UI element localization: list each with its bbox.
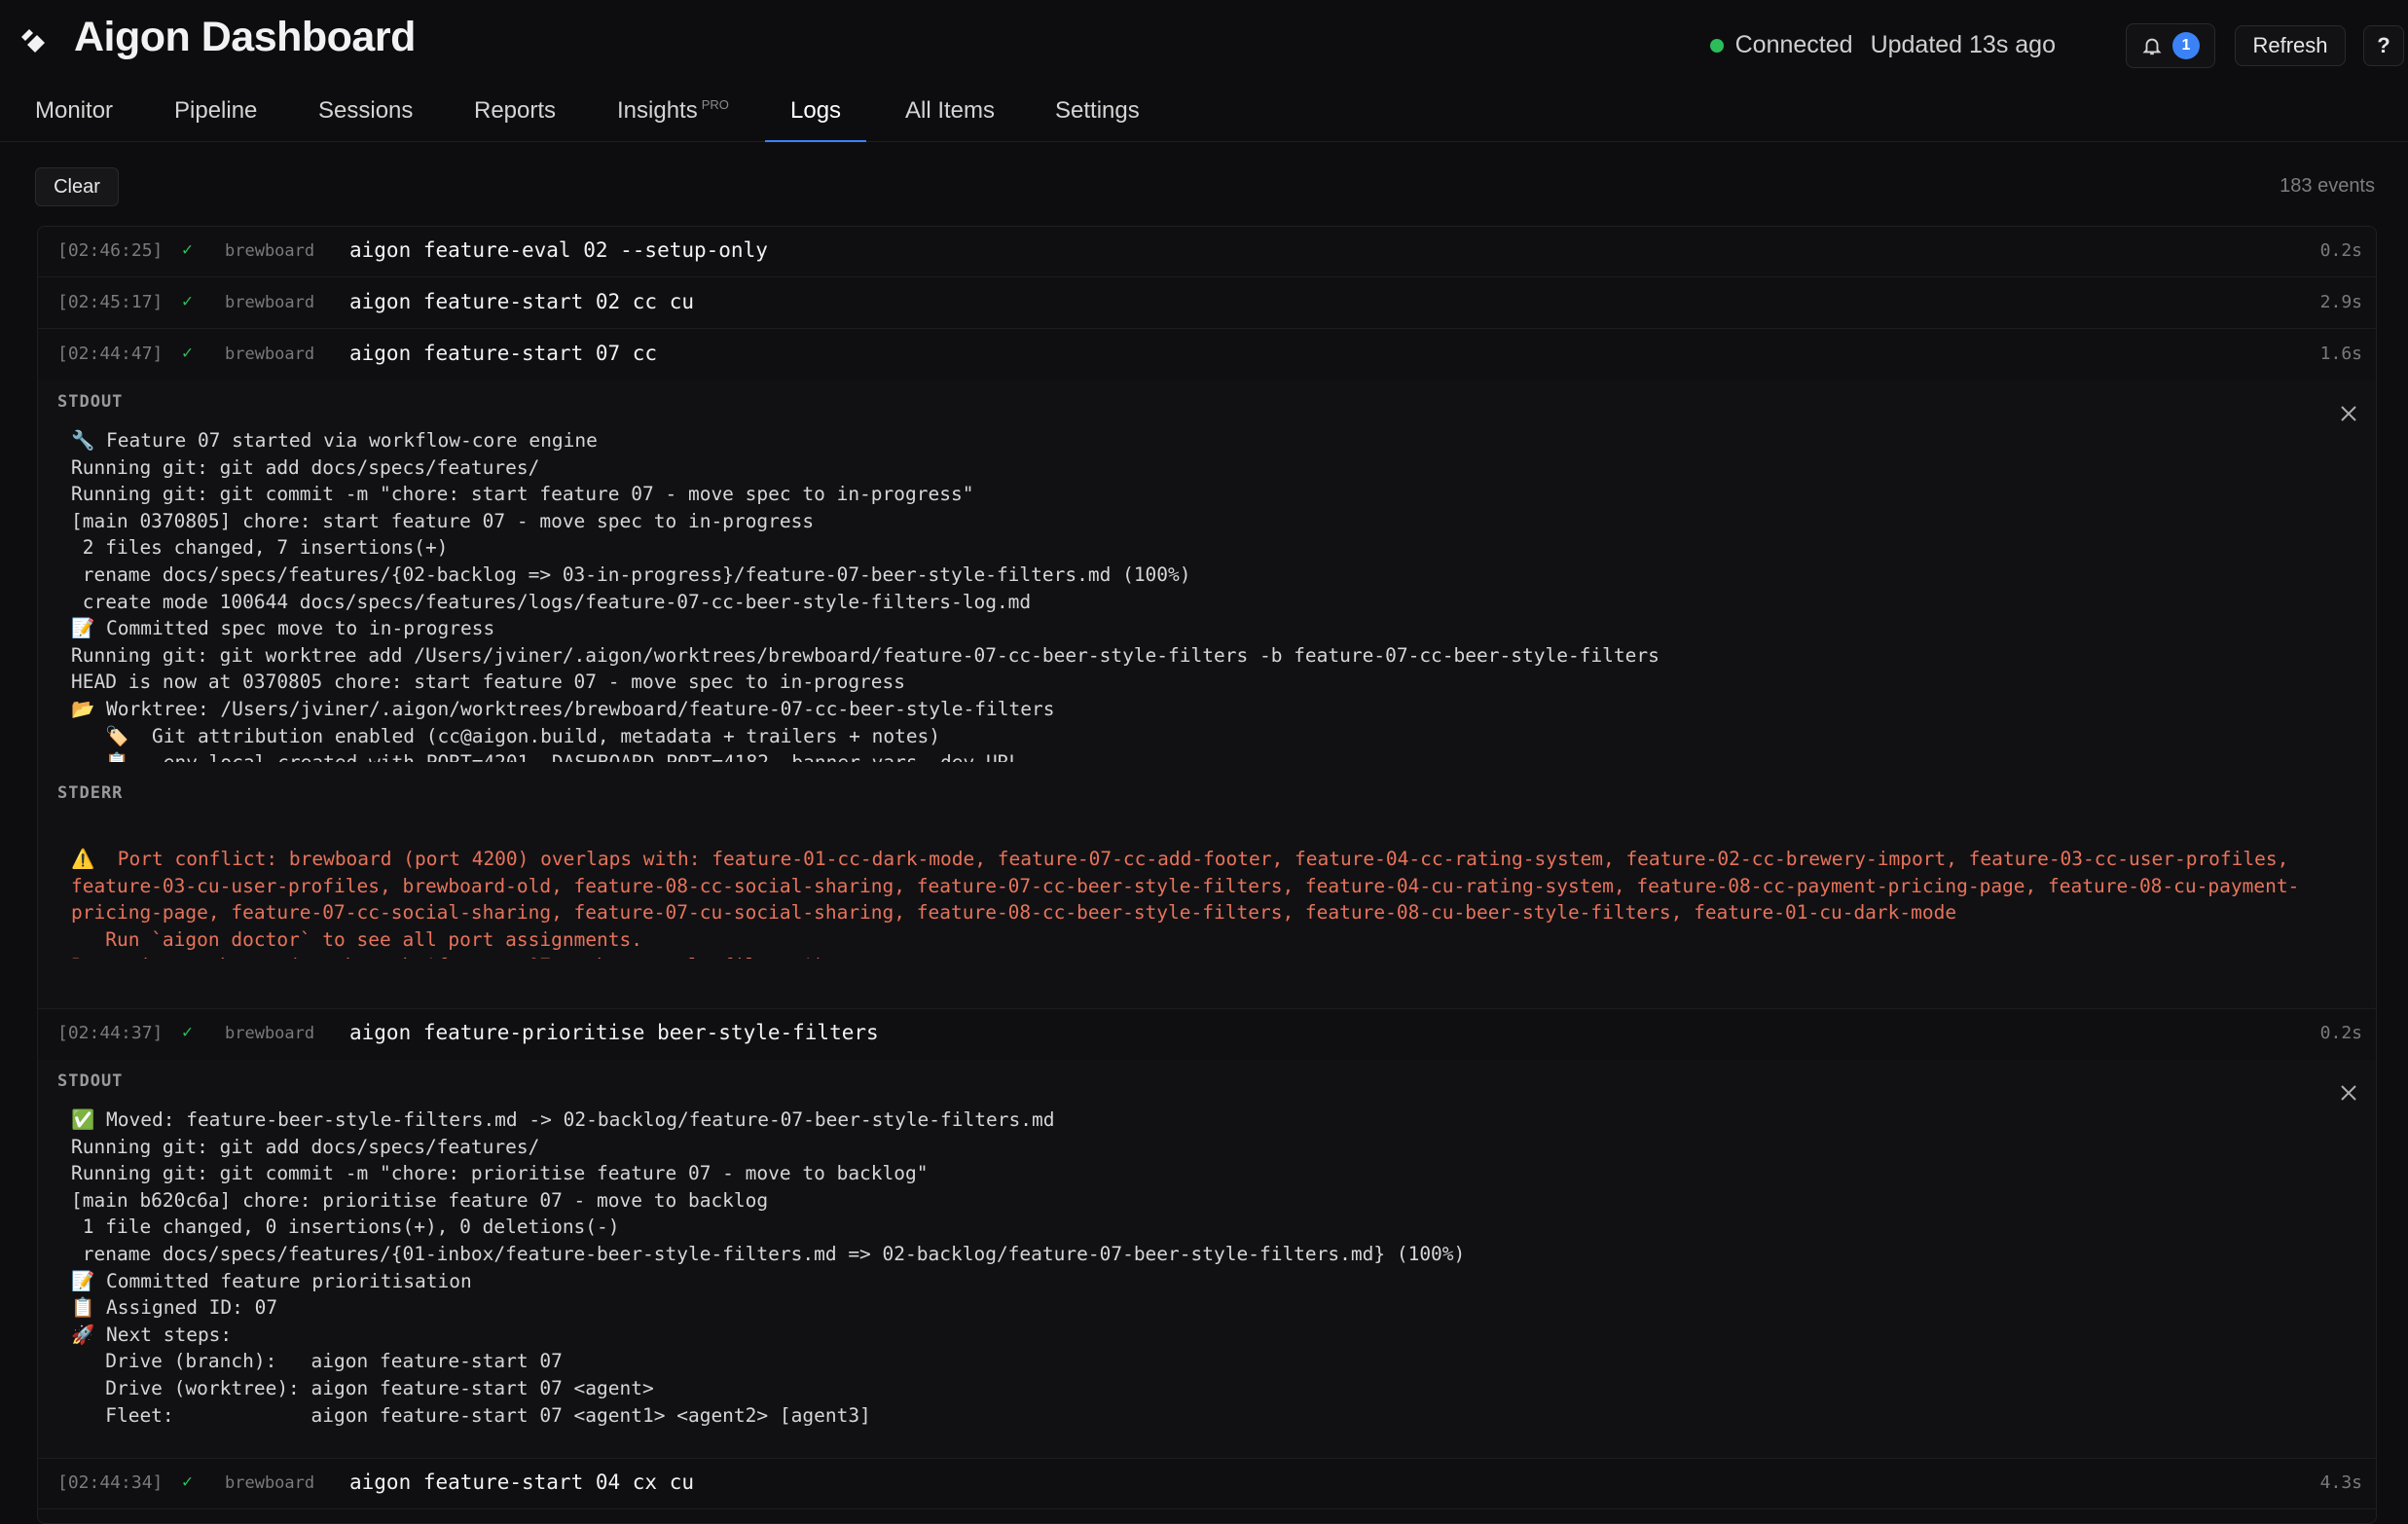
- log-project: brewboard: [225, 1473, 315, 1493]
- tab-label: Reports: [474, 97, 557, 124]
- updated-label: Updated 13s ago: [1870, 31, 2056, 58]
- log-command: aigon feature-eval 02 --setup-only: [349, 238, 768, 262]
- log-duration: 0.2s: [2319, 1023, 2362, 1043]
- log-timestamp: [02:44:37]: [57, 1023, 164, 1043]
- log-project: brewboard: [225, 241, 315, 261]
- tab-reports[interactable]: Reports: [449, 88, 581, 142]
- main-tabs: Monitor Pipeline Sessions Reports Insigh…: [0, 88, 2408, 142]
- stdout-label: STDOUT: [57, 392, 124, 412]
- success-check-icon: ✓: [182, 239, 193, 260]
- connection-status: Connected Updated 13s ago: [1709, 31, 2056, 59]
- notifications-button[interactable]: 1: [2126, 23, 2215, 68]
- log-project: brewboard: [225, 293, 315, 312]
- notification-badge: 1: [2172, 32, 2200, 59]
- event-count: 183 events: [2280, 175, 2375, 197]
- tab-label: Logs: [790, 97, 842, 124]
- tab-label: Monitor: [35, 97, 114, 124]
- success-check-icon: ✓: [182, 1471, 193, 1492]
- log-project: brewboard: [225, 345, 315, 364]
- status-dot-icon: [1709, 38, 1724, 53]
- close-icon[interactable]: [2337, 402, 2360, 425]
- close-icon[interactable]: [2337, 1081, 2360, 1105]
- tab-label: Insights: [617, 97, 698, 124]
- tab-label: Sessions: [318, 97, 414, 124]
- log-timestamp: [02:45:17]: [57, 292, 164, 312]
- tab-label: Settings: [1055, 97, 1140, 124]
- log-timestamp: [02:44:47]: [57, 344, 164, 364]
- stderr-label: STDERR: [57, 783, 124, 803]
- log-duration: 0.2s: [2319, 240, 2362, 261]
- tab-label: Pipeline: [174, 97, 258, 124]
- tab-insights[interactable]: Insights PRO: [592, 88, 754, 142]
- clear-button[interactable]: Clear: [35, 167, 119, 206]
- tab-all-items[interactable]: All Items: [880, 88, 1020, 142]
- log-duration: 4.3s: [2319, 1472, 2362, 1493]
- connection-label: Connected: [1734, 31, 1853, 58]
- app-title: Aigon Dashboard: [74, 14, 416, 60]
- log-command: aigon feature-prioritise beer-style-filt…: [349, 1021, 879, 1044]
- help-button[interactable]: ?: [2363, 25, 2404, 66]
- log-row[interactable]: [02:44:37] ✓ brewboard aigon feature-pri…: [38, 1009, 2376, 1060]
- tab-label: All Items: [905, 97, 996, 124]
- log-duration: 2.9s: [2319, 292, 2362, 312]
- tab-pipeline[interactable]: Pipeline: [149, 88, 282, 142]
- log-row[interactable]: [02:44:47] ✓ brewboard aigon feature-sta…: [38, 330, 2376, 381]
- log-timestamp: [02:46:25]: [57, 240, 164, 261]
- tab-monitor[interactable]: Monitor: [10, 88, 138, 142]
- pro-badge: PRO: [701, 97, 729, 112]
- log-command: aigon feature-start 07 cc: [349, 342, 658, 365]
- log-row[interactable]: [02:46:25] ✓ brewboard aigon feature-eva…: [38, 227, 2376, 277]
- success-check-icon: ✓: [182, 1022, 193, 1042]
- stdout-output: ✅ Moved: feature-beer-style-filters.md -…: [71, 1108, 1466, 1427]
- aigon-logo-icon: [21, 29, 45, 53]
- log-command: aigon feature-start 04 cx cu: [349, 1470, 695, 1494]
- tab-sessions[interactable]: Sessions: [293, 88, 438, 142]
- log-timestamp: [02:44:34]: [57, 1472, 164, 1493]
- logs-toolbar: Clear 183 events: [35, 167, 2375, 208]
- log-row[interactable]: [02:44:34] ✓ brewboard aigon feature-sta…: [38, 1459, 2376, 1509]
- log-row[interactable]: [02:45:17] ✓ brewboard aigon feature-sta…: [38, 278, 2376, 329]
- log-panel: [02:46:25] ✓ brewboard aigon feature-eva…: [37, 226, 2377, 1524]
- stderr-output: ⚠️ Port conflict: brewboard (port 4200) …: [71, 848, 2300, 959]
- log-command: aigon feature-start 02 cc cu: [349, 290, 695, 313]
- success-check-icon: ✓: [182, 343, 193, 363]
- refresh-button[interactable]: Refresh: [2235, 25, 2346, 66]
- bell-icon: [2142, 38, 2162, 55]
- app-header: Aigon Dashboard Connected Updated 13s ag…: [0, 0, 2408, 88]
- log-project: brewboard: [225, 1024, 315, 1043]
- stdout-label: STDOUT: [57, 1071, 124, 1091]
- log-duration: 1.6s: [2319, 344, 2362, 364]
- stdout-output: 🔧 Feature 07 started via workflow-core e…: [71, 429, 1660, 762]
- success-check-icon: ✓: [182, 291, 193, 311]
- tab-logs[interactable]: Logs: [765, 88, 867, 142]
- tab-settings[interactable]: Settings: [1030, 88, 1165, 142]
